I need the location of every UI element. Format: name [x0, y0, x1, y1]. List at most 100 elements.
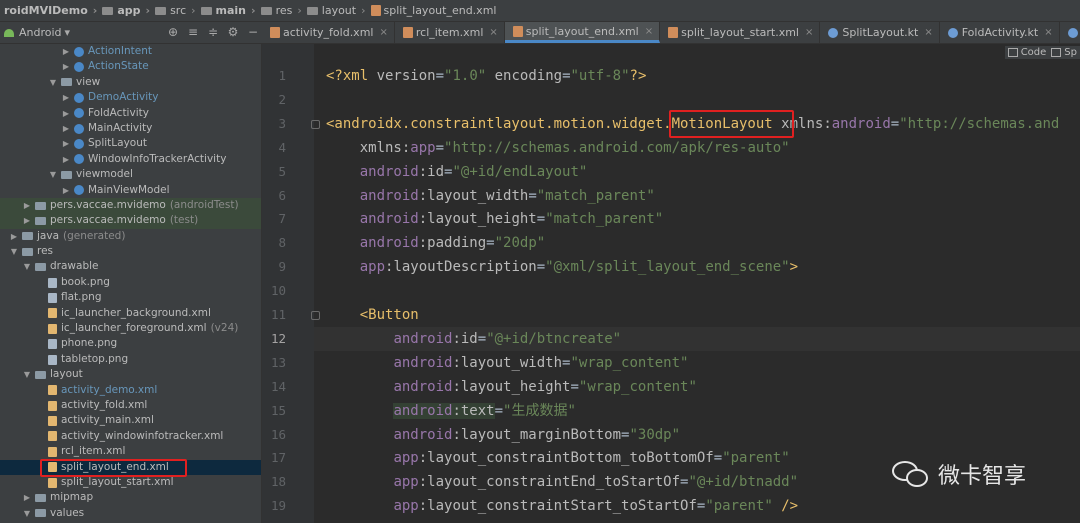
project-view-selector[interactable]: Android [19, 26, 62, 39]
close-icon[interactable]: × [1044, 27, 1052, 38]
code-line[interactable]: 16 android:layout_marginBottom="30dp" [262, 423, 1080, 447]
code-line[interactable]: 9 app:layoutDescription="@xml/split_layo… [262, 255, 1080, 279]
chevron-down-icon[interactable]: ▼ [9, 244, 19, 259]
tree-item[interactable]: ▼ values [0, 506, 261, 521]
close-icon[interactable]: × [805, 27, 813, 38]
code-line[interactable]: 1 <?xml version="1.0" encoding="utf-8"?> [262, 64, 1080, 88]
tree-item[interactable]: rcl_item.xml [0, 444, 261, 459]
tree-item[interactable]: ▼ view [0, 75, 261, 90]
chevron-right-icon[interactable]: ▶ [61, 136, 71, 151]
class-icon [74, 108, 84, 119]
editor-tab[interactable]: rcl_item.xml × [395, 22, 505, 43]
chevron-down-icon[interactable]: ▼ [22, 259, 32, 274]
chevron-right-icon[interactable]: ▶ [22, 198, 32, 213]
tree-item[interactable]: ▶ pers.vaccae.mvidemo (androidTest) [0, 197, 261, 214]
tree-item[interactable]: book.png [0, 275, 261, 290]
breadcrumb-item[interactable]: roidMVIDemo › [4, 4, 102, 17]
tree-item[interactable]: ▶ SplitLayout [0, 136, 261, 151]
gear-icon[interactable]: ⚙ [226, 25, 240, 39]
chevron-down-icon[interactable]: ▼ [48, 75, 58, 90]
close-icon[interactable]: × [924, 27, 932, 38]
fold-toggle-icon[interactable] [311, 119, 320, 129]
code-line[interactable]: 14 android:layout_height="wrap_content" [262, 375, 1080, 399]
breadcrumb-item[interactable]: split_layout_end.xml [370, 4, 496, 17]
code-line[interactable]: 7 android:layout_height="match_parent" [262, 207, 1080, 231]
chevron-down-icon[interactable]: ▾ [65, 26, 71, 39]
code-line[interactable]: 12 android:id="@+id/btncreate" [262, 327, 1080, 351]
tree-item[interactable]: activity_fold.xml [0, 398, 261, 413]
expand-all-icon[interactable]: ≑ [206, 25, 220, 39]
code-editor[interactable]: Code Sp 1 <?xml version="1.0" encoding="u… [262, 44, 1080, 523]
tree-item[interactable]: ▶ mipmap [0, 490, 261, 505]
locate-icon[interactable]: ⊕ [166, 25, 180, 39]
code-token: = [890, 115, 900, 132]
tree-item[interactable]: tabletop.png [0, 352, 261, 367]
close-icon[interactable]: × [379, 27, 387, 38]
chevron-right-icon[interactable]: ▶ [61, 183, 71, 198]
tree-item[interactable]: ▶ ActionState [0, 59, 261, 74]
tree-item[interactable]: ▼ viewmodel [0, 167, 261, 182]
tree-item[interactable]: flat.png [0, 290, 261, 305]
breadcrumb-item[interactable]: src › [155, 4, 200, 17]
chevron-down-icon[interactable]: ▼ [22, 506, 32, 521]
code-line[interactable]: 11 <Button [262, 303, 1080, 327]
code-line[interactable]: 10 [262, 279, 1080, 303]
close-icon[interactable]: × [645, 26, 653, 37]
editor-tab[interactable]: activity_fold.xml × [262, 22, 395, 43]
chevron-right-icon[interactable]: ▶ [9, 229, 19, 244]
chevron-right-icon[interactable]: ▶ [61, 59, 71, 74]
code-line[interactable]: 19 app:layout_constraintStart_toStartOf=… [262, 494, 1080, 518]
tree-item[interactable]: ▼ res [0, 244, 261, 259]
tree-item[interactable]: ▶ FoldActivity [0, 106, 261, 121]
chevron-right-icon[interactable]: ▶ [22, 213, 32, 228]
tree-item[interactable]: ▶ java (generated) [0, 229, 261, 244]
chevron-down-icon[interactable]: ▼ [22, 367, 32, 382]
breadcrumb-item[interactable]: res › [260, 4, 307, 17]
collapse-all-icon[interactable]: ≡ [186, 25, 200, 39]
editor-tab[interactable]: split_layout_end.xml × [504, 22, 661, 43]
tree-item[interactable]: activity_demo.xml [0, 383, 261, 398]
tree-item[interactable]: ic_launcher_background.xml [0, 306, 261, 321]
close-icon[interactable]: × [489, 27, 497, 38]
code-line[interactable]: 2 [262, 88, 1080, 112]
code-token: encoding [494, 68, 563, 84]
code-line[interactable]: 13 android:layout_width="wrap_content" [262, 351, 1080, 375]
tree-item[interactable]: phone.png [0, 336, 261, 351]
code-view-button[interactable]: Code [1021, 47, 1047, 58]
chevron-right-icon[interactable]: ▶ [61, 121, 71, 136]
tree-item[interactable]: ▶ WindowInfoTrackerActivity [0, 152, 261, 167]
breadcrumb-item[interactable]: main › [200, 4, 261, 17]
tree-item[interactable]: ▼ drawable [0, 259, 261, 274]
chevron-right-icon[interactable]: ▶ [61, 152, 71, 167]
chevron-right-icon[interactable]: ▶ [22, 490, 32, 505]
tree-item[interactable]: ▶ MainActivity [0, 121, 261, 136]
chevron-right-icon[interactable]: ▶ [61, 106, 71, 121]
tree-item[interactable]: ▶ DemoActivity [0, 90, 261, 105]
chevron-right-icon[interactable]: ▶ [61, 44, 71, 59]
editor-tab[interactable]: FoldActivity.kt × [940, 22, 1060, 43]
code-token: "http://schemas.android.com/apk/res-auto… [444, 139, 790, 156]
code-line[interactable]: 6 android:layout_width="match_parent" [262, 184, 1080, 208]
code-line[interactable]: 8 android:padding="20dp" [262, 231, 1080, 255]
fold-toggle-icon[interactable] [311, 311, 320, 320]
tree-item[interactable]: ▶ MainViewModel [0, 183, 261, 198]
tree-item[interactable]: ic_launcher_foreground.xml (v24) [0, 321, 261, 336]
code-line[interactable]: 5 android:id="@+id/endLayout" [262, 160, 1080, 184]
split-view-button[interactable]: Sp [1064, 47, 1077, 58]
tree-item[interactable]: activity_windowinfotracker.xml [0, 429, 261, 444]
tree-item[interactable]: split_layout_start.xml [0, 475, 261, 490]
minimize-icon[interactable]: − [246, 25, 260, 39]
tree-item[interactable]: ▼ layout [0, 367, 261, 382]
editor-tab[interactable]: DemoActivity.kt× [1060, 22, 1080, 43]
breadcrumb-item[interactable]: layout › [306, 4, 371, 17]
tree-item[interactable]: ▶ ActionIntent [0, 44, 261, 59]
tree-item[interactable]: activity_main.xml [0, 413, 261, 428]
breadcrumb-item[interactable]: app › [102, 4, 155, 17]
code-line[interactable]: 15 android:text="生成数据" [262, 399, 1080, 423]
editor-tab[interactable]: SplitLayout.kt × [820, 22, 940, 43]
editor-tab[interactable]: split_layout_start.xml × [660, 22, 821, 43]
chevron-right-icon[interactable]: ▶ [61, 90, 71, 105]
tree-item[interactable]: ▶ pers.vaccae.mvidemo (test) [0, 213, 261, 229]
chevron-down-icon[interactable]: ▼ [48, 167, 58, 182]
code-line[interactable]: 4 xmlns:app="http://schemas.android.com/… [262, 136, 1080, 160]
